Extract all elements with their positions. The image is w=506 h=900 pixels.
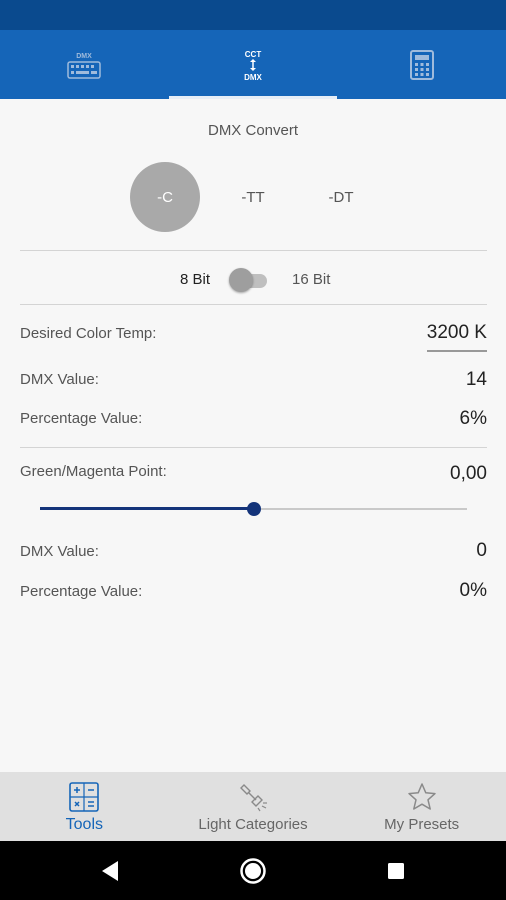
home-icon: [240, 857, 266, 884]
cct-convert-panel: DMX Convert -C -TT -DT 8 Bit 16 Bit Desi…: [0, 99, 506, 772]
bit-depth-toggle[interactable]: [229, 268, 269, 292]
divider: [20, 447, 487, 448]
light-categories-icon: [240, 784, 267, 812]
recents-button[interactable]: [381, 841, 411, 900]
home-button[interactable]: [238, 841, 268, 900]
bit-depth-row: 8 Bit 16 Bit: [0, 265, 506, 295]
nav-my-presets[interactable]: My Presets: [337, 772, 506, 841]
nav-light-categories-label: Light Categories: [198, 816, 308, 833]
mode-dt-button[interactable]: -DT: [306, 162, 376, 232]
bottom-navigation: Tools Light Categories My Presets: [0, 772, 506, 841]
tab-dmx[interactable]: DMX: [0, 30, 169, 99]
toggle-thumb: [229, 268, 253, 292]
ct-dmx-label: DMX Value:: [20, 371, 99, 388]
slider-thumb[interactable]: [246, 502, 261, 516]
divider: [20, 250, 487, 251]
nav-light-categories[interactable]: Light Categories: [169, 772, 338, 841]
nav-tools[interactable]: Tools: [0, 772, 169, 841]
green-magenta-slider[interactable]: [40, 499, 467, 519]
calculator-icon: [409, 49, 434, 80]
gm-dmx-label: DMX Value:: [20, 543, 99, 560]
tools-icon: [69, 782, 100, 812]
green-magenta-label: Green/Magenta Point:: [20, 463, 167, 480]
svg-text:DMX: DMX: [244, 73, 262, 82]
back-button[interactable]: [95, 841, 125, 900]
recents-icon: [388, 862, 404, 879]
star-icon: [407, 783, 436, 810]
color-temp-label: Desired Color Temp:: [20, 325, 157, 342]
dmx-keyboard-icon: DMX: [67, 53, 102, 79]
page-title: DMX Convert: [207, 122, 299, 139]
divider: [20, 304, 487, 305]
tab-calculator[interactable]: [337, 30, 506, 99]
bit-8-label: 8 Bit: [180, 271, 211, 288]
svg-text:CCT: CCT: [245, 50, 262, 59]
nav-my-presets-label: My Presets: [384, 816, 460, 833]
top-tab-bar: DMX CCT DMX: [0, 30, 506, 99]
mode-c-button[interactable]: -C: [130, 162, 200, 232]
back-icon: [102, 860, 118, 881]
nav-tools-label: Tools: [65, 816, 104, 833]
bit-16-label: 16 Bit: [292, 271, 331, 288]
ct-percentage-value: 6%: [459, 408, 487, 429]
mode-tt-button[interactable]: -TT: [218, 162, 288, 232]
ct-percentage-label: Percentage Value:: [20, 410, 143, 427]
gm-percentage-value: 0%: [459, 580, 487, 601]
green-magenta-value: 0,00: [450, 463, 487, 484]
color-temp-input[interactable]: 3200 K: [426, 322, 487, 352]
cct-dmx-icon: CCT DMX: [244, 50, 262, 82]
svg-text:DMX: DMX: [77, 53, 93, 60]
system-navigation-bar: [0, 841, 506, 900]
status-bar: [0, 0, 506, 30]
gm-dmx-value: 0: [476, 540, 487, 561]
tab-cct-dmx[interactable]: CCT DMX: [168, 30, 338, 99]
gm-percentage-label: Percentage Value:: [20, 583, 143, 600]
slider-fill: [40, 507, 254, 510]
ct-dmx-value: 14: [465, 369, 487, 390]
